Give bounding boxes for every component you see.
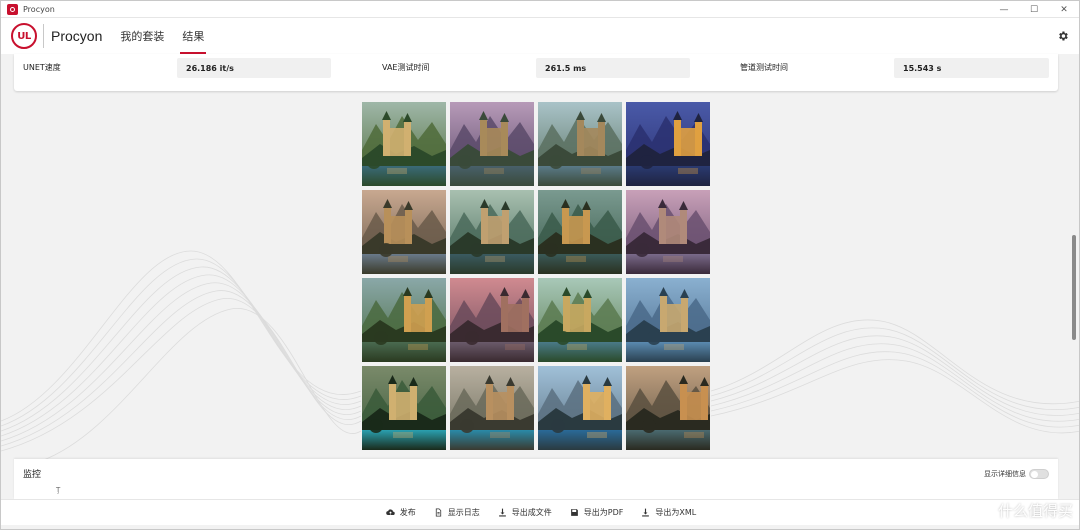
minimize-button[interactable]: — bbox=[989, 1, 1019, 18]
maximize-button[interactable]: ☐ bbox=[1019, 1, 1049, 18]
monitor-panel: 监控 Ţ 显示详细信息 bbox=[14, 459, 1058, 499]
tab-results[interactable]: 结果 bbox=[180, 18, 207, 54]
generated-image-1[interactable] bbox=[362, 102, 446, 186]
pipeline-time-label: 管道测试时间 bbox=[740, 63, 788, 72]
show-details-toggle[interactable] bbox=[1029, 469, 1049, 479]
export-file-label: 导出成文件 bbox=[511, 508, 552, 517]
generated-image-12[interactable] bbox=[626, 278, 710, 362]
pipeline-time-value: 15.543 s bbox=[894, 58, 1049, 78]
generated-image-5[interactable] bbox=[362, 190, 446, 274]
app-icon bbox=[7, 3, 18, 15]
generated-image-grid bbox=[362, 102, 712, 452]
generated-image-14[interactable] bbox=[450, 366, 534, 450]
brand-name: Procyon bbox=[51, 28, 103, 44]
tab-my-suites[interactable]: 我的套装 bbox=[120, 18, 164, 54]
export-xml-label: 导出为XML bbox=[655, 508, 697, 517]
generated-image-10[interactable] bbox=[450, 278, 534, 362]
generated-image-6[interactable] bbox=[450, 190, 534, 274]
window-title: Procyon bbox=[23, 4, 55, 14]
watermark-logo-icon bbox=[939, 501, 961, 523]
app-window: Procyon — ☐ ✕ UL Procyon 我的套装 结果 UNET速度 … bbox=[0, 0, 1080, 530]
cloud-upload-icon bbox=[386, 509, 395, 516]
window-controls: — ☐ ✕ bbox=[989, 1, 1079, 18]
unet-speed-value: 26.186 it/s bbox=[177, 58, 331, 78]
bottom-action-bar: 发布 显示日志 导出成文件 导出为PDF 导出为XML bbox=[1, 499, 1079, 525]
export-pdf-label: 导出为PDF bbox=[583, 508, 624, 517]
generated-image-13[interactable] bbox=[362, 366, 446, 450]
generated-image-16[interactable] bbox=[626, 366, 710, 450]
toggle-knob bbox=[1031, 471, 1038, 478]
save-icon bbox=[570, 509, 578, 516]
gear-icon[interactable] bbox=[1057, 30, 1069, 42]
generated-image-11[interactable] bbox=[538, 278, 622, 362]
ul-logo: UL bbox=[11, 23, 37, 49]
close-button[interactable]: ✕ bbox=[1049, 1, 1079, 18]
publish-label: 发布 bbox=[399, 508, 416, 517]
app-header: UL Procyon 我的套装 结果 bbox=[1, 18, 1079, 54]
unet-speed-label: UNET速度 bbox=[23, 63, 61, 72]
monitor-title: 监控 bbox=[23, 470, 42, 480]
vae-time-label: VAE测试时间 bbox=[382, 63, 430, 72]
metrics-card: UNET速度 26.186 it/s VAE测试时间 261.5 ms 管道测试… bbox=[14, 54, 1058, 91]
generated-image-9[interactable] bbox=[362, 278, 446, 362]
publish-button[interactable]: 发布 bbox=[386, 507, 416, 518]
generated-image-4[interactable] bbox=[626, 102, 710, 186]
vae-time-value: 261.5 ms bbox=[536, 58, 690, 78]
generated-image-8[interactable] bbox=[626, 190, 710, 274]
title-bar[interactable]: Procyon — ☐ ✕ bbox=[1, 1, 1079, 18]
download-icon bbox=[498, 508, 506, 517]
watermark-text: 什么值得买 bbox=[997, 502, 1073, 520]
generated-image-2[interactable] bbox=[450, 102, 534, 186]
download-icon bbox=[642, 508, 650, 517]
export-xml-button[interactable]: 导出为XML bbox=[641, 507, 696, 518]
show-log-label: 显示日志 bbox=[447, 508, 480, 517]
export-file-button[interactable]: 导出成文件 bbox=[498, 507, 552, 518]
scrollbar-thumb[interactable] bbox=[1072, 235, 1076, 340]
generated-image-7[interactable] bbox=[538, 190, 622, 274]
show-details-label: 显示详细信息 bbox=[984, 470, 1026, 478]
document-icon bbox=[435, 508, 441, 517]
export-pdf-button[interactable]: 导出为PDF bbox=[570, 507, 624, 518]
logo-divider bbox=[43, 24, 44, 48]
monitor-subtitle: Ţ bbox=[56, 486, 61, 494]
generated-image-15[interactable] bbox=[538, 366, 622, 450]
show-log-button[interactable]: 显示日志 bbox=[434, 507, 480, 518]
scrollbar[interactable] bbox=[1071, 55, 1077, 465]
generated-image-3[interactable] bbox=[538, 102, 622, 186]
